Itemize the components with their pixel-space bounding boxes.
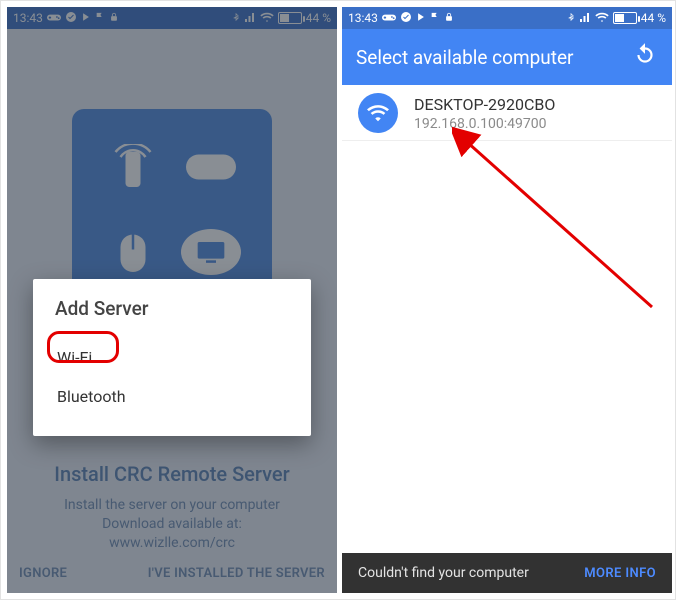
refresh-button[interactable] <box>632 42 658 73</box>
phone-screen-left: 13:43 <box>7 7 337 593</box>
wifi-icon <box>595 12 609 24</box>
computer-name: DESKTOP-2920CBO <box>414 95 555 114</box>
signal-icon <box>579 12 591 24</box>
battery-icon <box>613 12 637 24</box>
option-bluetooth[interactable]: Bluetooth <box>55 377 289 416</box>
controller-icon <box>382 12 396 24</box>
snackbar-action[interactable]: MORE INFO <box>584 566 656 581</box>
phone-screen-right: 13:43 <box>342 7 672 593</box>
appbar-title: Select available computer <box>356 46 574 69</box>
computer-list: DESKTOP-2920CBO 192.168.0.100:49700 <box>342 85 672 553</box>
list-item-texts: DESKTOP-2920CBO 192.168.0.100:49700 <box>414 95 555 130</box>
app-bar: Select available computer <box>342 29 672 85</box>
dialog-title: Add Server <box>55 297 289 320</box>
wifi-badge-icon <box>358 93 398 133</box>
status-time: 13:43 <box>348 11 378 25</box>
option-wifi[interactable]: Wi-Fi <box>55 338 289 377</box>
play-icon <box>416 12 426 24</box>
check-circle-icon <box>400 11 412 25</box>
snackbar-text: Couldn't find your computer <box>358 565 529 581</box>
add-server-dialog: Add Server Wi-Fi Bluetooth <box>33 279 311 436</box>
refresh-icon <box>632 42 658 68</box>
status-bar: 13:43 <box>342 7 672 29</box>
computer-address: 192.168.0.100:49700 <box>414 116 555 130</box>
flag-icon <box>430 11 440 25</box>
snackbar: Couldn't find your computer MORE INFO <box>342 553 672 593</box>
battery-percent: 44 % <box>641 11 666 25</box>
list-item[interactable]: DESKTOP-2920CBO 192.168.0.100:49700 <box>342 85 672 141</box>
bluetooth-icon <box>567 11 575 25</box>
lock-icon <box>444 11 454 25</box>
